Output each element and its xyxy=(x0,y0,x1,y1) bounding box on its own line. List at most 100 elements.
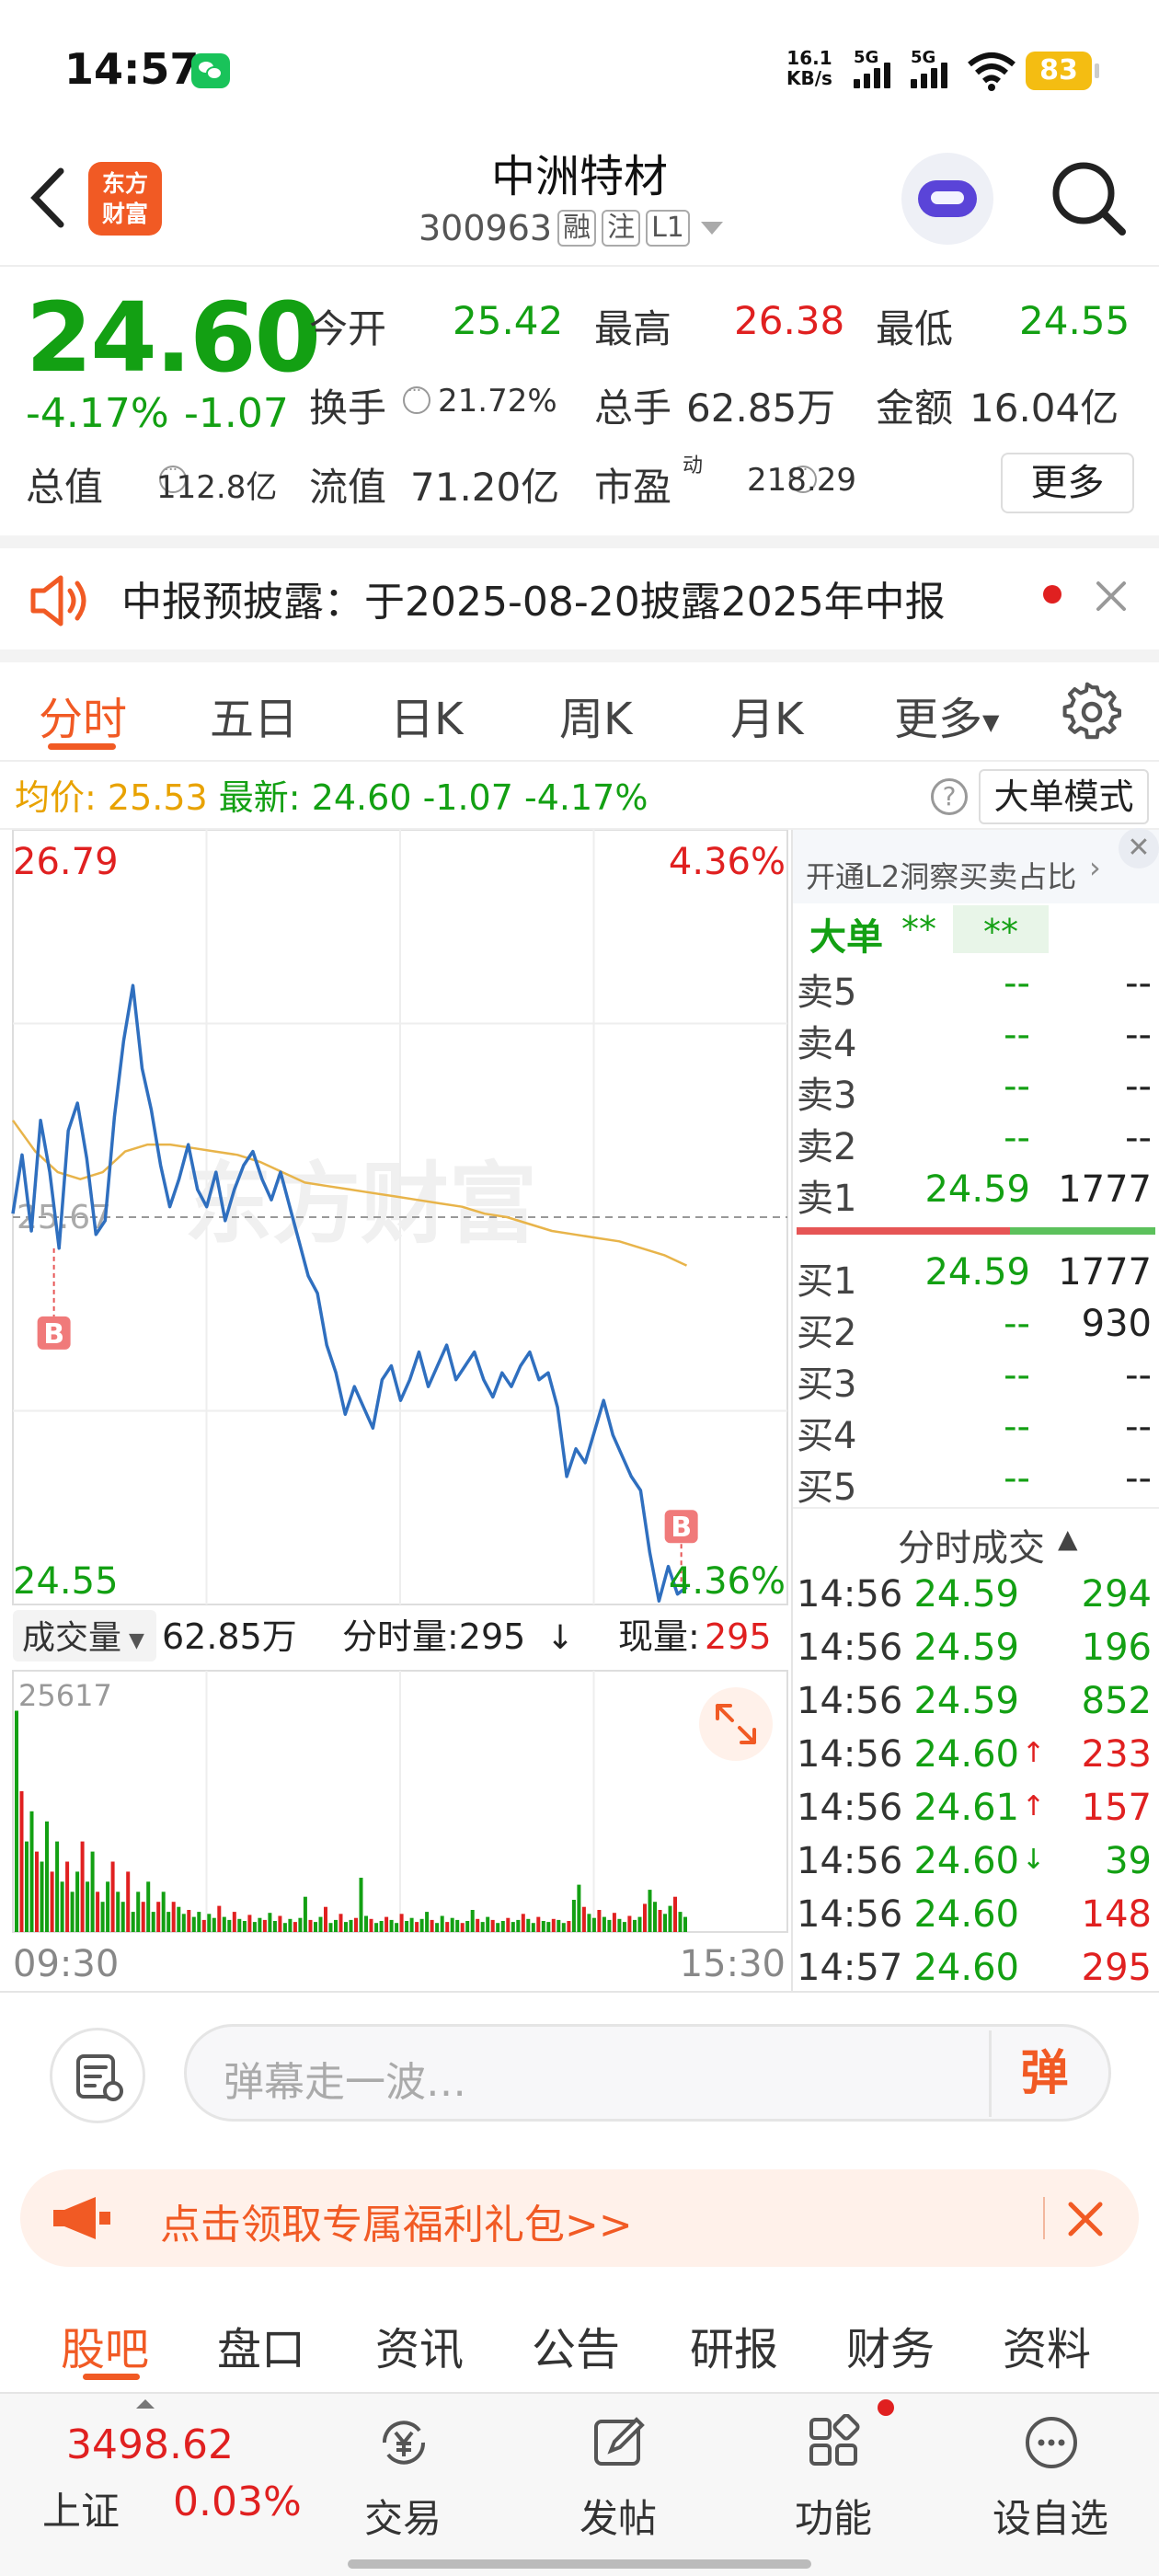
ticks-title[interactable]: 分时成交 xyxy=(898,1518,1045,1571)
volume-bar xyxy=(197,1912,201,1932)
settings-gear-icon[interactable] xyxy=(1061,681,1122,742)
chart-bottom-divider xyxy=(0,1991,1159,1993)
net-speed-value: 16.1 xyxy=(786,47,832,69)
tab-weekly-k[interactable]: 周K xyxy=(559,683,632,747)
y-top-pct-label: 4.36% xyxy=(669,841,786,883)
volume-bar xyxy=(126,1871,131,1932)
volume-bar xyxy=(272,1921,277,1932)
status-bar: 14:57 16.1 KB/s 5G 5G 83 xyxy=(0,0,1159,138)
tab-more-label: 更多 xyxy=(894,694,983,745)
index-change: 0.03% xyxy=(173,2478,302,2525)
tab-guba[interactable]: 股吧 xyxy=(61,2313,149,2377)
promo-banner[interactable]: 点击领取专属福利礼包>> xyxy=(20,2169,1139,2267)
close-icon[interactable]: ✕ xyxy=(1119,828,1159,868)
ask-row: 卖5 -- -- xyxy=(797,962,1155,1014)
assistant-robot-avatar[interactable] xyxy=(901,153,993,245)
arrow-up-icon: ↑ xyxy=(1021,1737,1045,1769)
comment-list-button[interactable] xyxy=(50,2028,145,2123)
ask-volume: -- xyxy=(1125,1065,1152,1108)
help-icon[interactable]: ? xyxy=(931,778,968,815)
tab-announcements[interactable]: 公告 xyxy=(532,2313,620,2377)
volume-bar xyxy=(359,1878,363,1932)
big-order-value-1: ** xyxy=(901,909,936,949)
big-order-label: 大单 xyxy=(809,916,883,959)
volume-bar xyxy=(318,1916,323,1932)
search-icon[interactable] xyxy=(1047,156,1130,239)
promo-divider xyxy=(1043,2197,1045,2239)
volume-bar xyxy=(648,1890,652,1932)
tab-news[interactable]: 资讯 xyxy=(375,2313,464,2377)
volume-bar xyxy=(242,1921,247,1932)
volume-bar xyxy=(354,1917,358,1932)
more-quote-button[interactable]: 更多 xyxy=(1001,453,1134,513)
bid-row: 买2 -- 930 xyxy=(797,1303,1155,1354)
volume-bar xyxy=(476,1918,480,1932)
latest-label: 最新: xyxy=(218,777,301,818)
tab-financials[interactable]: 财务 xyxy=(846,2313,935,2377)
volume-bar xyxy=(308,1919,313,1932)
danmu-input[interactable]: 弹幕走一波… 弹 xyxy=(184,2024,1111,2122)
tab-five-day[interactable]: 五日 xyxy=(210,683,298,747)
tab-pankou[interactable]: 盘口 xyxy=(217,2313,305,2377)
volume-bar xyxy=(490,1919,495,1932)
volume-bar xyxy=(212,1917,216,1932)
volume-bar xyxy=(232,1912,236,1932)
volume-bar xyxy=(222,1916,226,1932)
avg-price-value: 25.53 xyxy=(107,777,208,818)
big-order-mode-button[interactable]: 大单模式 xyxy=(979,769,1149,824)
volume-bar xyxy=(516,1919,521,1932)
y-top-label: 26.79 xyxy=(13,841,119,883)
volume-bar xyxy=(653,1902,657,1932)
volume-bar xyxy=(511,1922,515,1932)
volume-bar xyxy=(678,1912,683,1932)
tab-more[interactable]: 更多▼ xyxy=(894,683,999,747)
expand-button[interactable] xyxy=(699,1687,773,1761)
close-icon[interactable] xyxy=(1065,2199,1106,2239)
volume-bar xyxy=(526,1918,531,1932)
volume-bar xyxy=(435,1923,440,1932)
volume-bar xyxy=(166,1912,171,1932)
turnover-label: 换手 xyxy=(309,385,387,431)
volume-bar xyxy=(29,1811,34,1932)
ask-price: 24.59 xyxy=(924,1168,1030,1211)
info-icon[interactable] xyxy=(403,381,430,414)
ask-level-label: 卖1 xyxy=(797,1178,857,1220)
tick-volume: 196 xyxy=(1081,1627,1152,1669)
l2-promo[interactable]: 开通L2洞察买卖占比 › ✕ xyxy=(793,828,1159,903)
bid-row: 买4 -- -- xyxy=(797,1406,1155,1457)
stock-code-row[interactable]: 300963 融 注 L1 xyxy=(419,208,723,248)
tab-monthly-k[interactable]: 月K xyxy=(730,683,803,747)
tick-time: 14:56 xyxy=(797,1840,903,1882)
tab-profile[interactable]: 资料 xyxy=(1003,2313,1091,2377)
ask-price: -- xyxy=(1004,1014,1030,1056)
yen-cycle-icon xyxy=(382,2421,426,2465)
index-value[interactable]: 3498.62 xyxy=(66,2421,234,2468)
intraday-chart[interactable]: 东方财富 25.67 BB 26.79 4.36% 24.55 4.36% 成交… xyxy=(0,830,791,1991)
danmu-toggle-button[interactable]: 弹 xyxy=(989,2030,1097,2117)
tab-intraday[interactable]: 分时 xyxy=(39,683,127,747)
volume-bar xyxy=(303,1896,307,1932)
volume-bar xyxy=(334,1919,338,1932)
ask-level-label: 卖4 xyxy=(797,1023,857,1065)
avg-price-label: 均价: xyxy=(15,777,97,818)
volume-bar xyxy=(506,1917,511,1932)
volume-bar xyxy=(40,1861,44,1932)
promo-text: 点击领取专属福利礼包>> xyxy=(160,2202,633,2248)
volume-bar xyxy=(207,1914,212,1932)
tick-price: 24.59 xyxy=(913,1680,1019,1722)
volume-bar xyxy=(567,1921,571,1932)
ask-level-label: 卖3 xyxy=(797,1075,857,1117)
sort-up-icon: ▲ xyxy=(1058,1524,1078,1554)
volume-bar xyxy=(551,1918,556,1932)
tick-time: 14:56 xyxy=(797,1627,903,1669)
tab-daily-k[interactable]: 日K xyxy=(390,683,463,747)
section-divider xyxy=(0,650,1159,662)
close-icon[interactable] xyxy=(1093,578,1130,615)
volume-bar xyxy=(35,1851,39,1932)
section-divider xyxy=(0,535,1159,548)
tick-time: 14:56 xyxy=(797,1680,903,1722)
tab-research[interactable]: 研报 xyxy=(690,2313,778,2377)
content-tab-indicator xyxy=(83,2374,140,2380)
notice-banner[interactable]: 中报预披露：于2025-08-20披露2025年中报 xyxy=(0,548,1159,650)
volume-bar xyxy=(445,1922,450,1932)
